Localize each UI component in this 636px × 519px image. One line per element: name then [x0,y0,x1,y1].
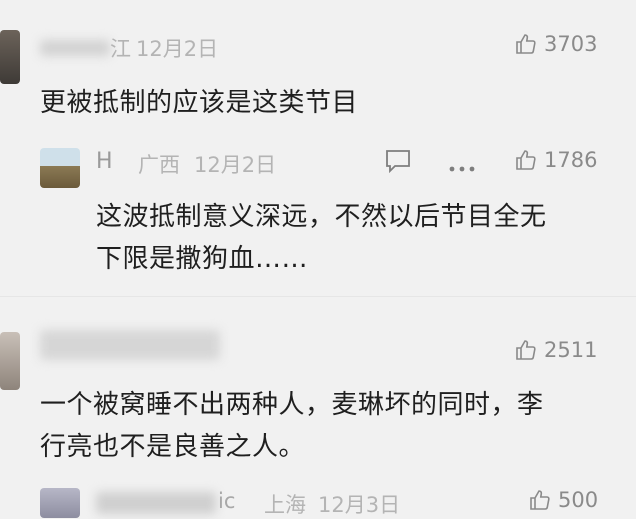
thumbs-up-icon [516,34,536,54]
comment-username[interactable]: ic [218,489,235,513]
reply-text-line2: 下限是撒狗血…… [96,244,309,274]
comment-timestamp: 12月2日 [136,37,219,61]
like-button[interactable]: 500 [528,488,598,512]
comment-text-line2: 行亮也不是良善之人。 [40,432,306,462]
reply-text-line1: 这波抵制意义深远，不然以后节目全无 [96,202,547,232]
more-options-icon[interactable] [448,158,476,177]
like-button[interactable]: 2511 [514,338,597,362]
thumbs-up-icon [516,340,536,360]
like-button[interactable]: 3703 [514,32,597,56]
comment-icon[interactable] [384,148,412,178]
reply-timestamp: 12月2日 [194,153,277,177]
comment-text: 更被抵制的应该是这类节目 [40,88,359,118]
avatar[interactable] [0,30,20,84]
username-blurred [40,40,110,56]
comment-text-line1: 一个被窝睡不出两种人，麦琳坏的同时，李 [40,390,544,420]
thumbs-up-icon [530,490,550,510]
like-count: 500 [558,488,599,512]
avatar[interactable] [40,488,80,518]
comment-username[interactable]: 江 [110,33,131,63]
username-blurred [40,330,220,360]
thumbs-up-icon [516,150,536,170]
reply-location: 广西 [138,153,180,177]
avatar[interactable] [40,148,80,188]
username-blurred [96,492,216,514]
reply-username[interactable]: H [96,149,113,174]
like-count: 3703 [544,32,598,56]
avatar[interactable] [0,332,20,390]
like-count: 1786 [544,148,598,172]
divider [0,296,636,297]
like-count: 2511 [544,338,598,362]
like-button[interactable]: 1786 [514,148,597,172]
